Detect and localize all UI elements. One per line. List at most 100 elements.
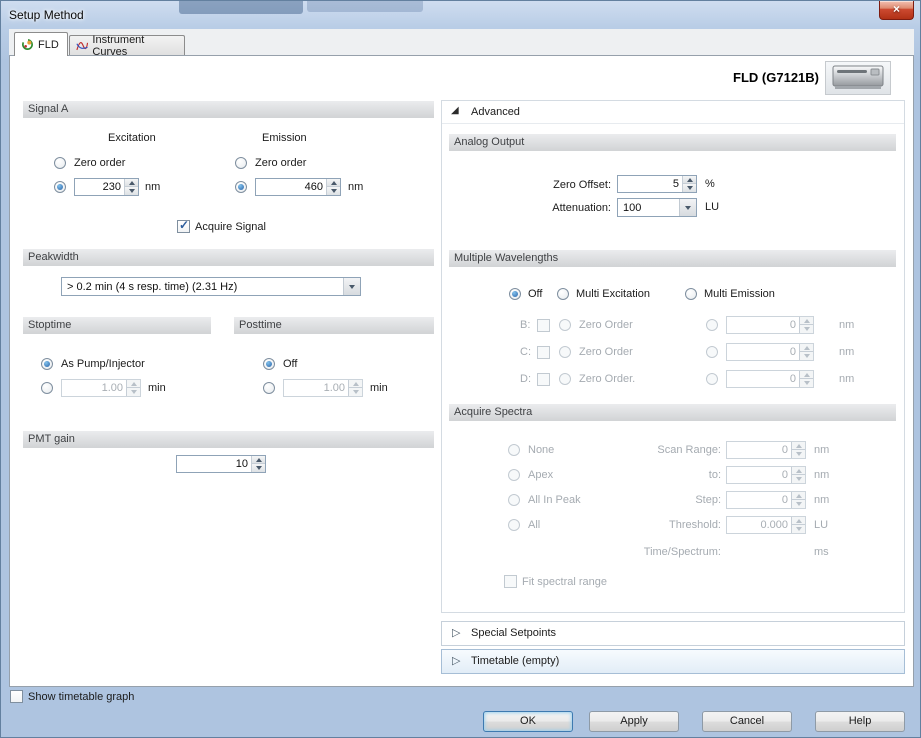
- zero-offset-input[interactable]: 5: [617, 175, 697, 193]
- spinner-down-icon[interactable]: [683, 184, 696, 192]
- spinner-down-icon[interactable]: [125, 187, 138, 195]
- pmt-gain-header: PMT gain: [23, 431, 434, 448]
- posttime-off-radio[interactable]: [263, 358, 275, 370]
- dropdown-arrow-icon[interactable]: [679, 199, 696, 216]
- mw-row-unit-label: nm: [839, 319, 854, 332]
- emission-wavelength-input[interactable]: 460: [255, 178, 341, 196]
- spinner-down-icon: [792, 450, 805, 458]
- special-setpoints-label[interactable]: Special Setpoints: [471, 627, 556, 640]
- mw-off-radio[interactable]: [509, 288, 521, 300]
- time-spectrum-unit-label: ms: [814, 546, 829, 559]
- emission-zero-order-label[interactable]: Zero order: [255, 157, 306, 170]
- instrument-curves-tab-icon: [76, 39, 88, 52]
- spinner-down-icon: [800, 379, 813, 387]
- spinner-arrows: [791, 442, 805, 458]
- threshold-value: 0.000: [760, 519, 788, 532]
- pmt-gain-value: 10: [236, 458, 248, 471]
- spinner-up-icon: [792, 517, 805, 525]
- mw-multi-emission-radio[interactable]: [685, 288, 697, 300]
- device-label: FLD (G7121B): [641, 70, 819, 85]
- excitation-wavelength-input[interactable]: 230: [74, 178, 139, 196]
- ok-button[interactable]: OK: [483, 711, 573, 732]
- stoptime-header: Stoptime: [23, 317, 211, 334]
- mw-row-wavelength-value: 0: [790, 346, 796, 359]
- step-label: Step:: [611, 494, 721, 507]
- spectra-none-radio: [508, 444, 520, 456]
- mw-row-checkbox: [537, 373, 550, 386]
- scan-to-label: to:: [611, 469, 721, 482]
- excitation-wavelength-radio[interactable]: [54, 181, 66, 193]
- mw-row-wavelength-radio: [706, 319, 718, 331]
- spinner-arrows: [348, 380, 362, 396]
- mw-row-wavelength-value: 0: [790, 373, 796, 386]
- mw-row-zero-order-label: Zero Order: [579, 319, 633, 332]
- spinner-arrows: [124, 179, 138, 195]
- spinner-down-icon[interactable]: [327, 187, 340, 195]
- help-button[interactable]: Help: [815, 711, 905, 732]
- zero-offset-value: 5: [673, 178, 679, 191]
- mw-multi-excitation-radio[interactable]: [557, 288, 569, 300]
- stoptime-value-radio[interactable]: [41, 382, 53, 394]
- spinner-up-icon: [127, 380, 140, 388]
- stoptime-as-pump-radio[interactable]: [41, 358, 53, 370]
- posttime-value: 1.00: [324, 382, 345, 395]
- tab-instrument-curves[interactable]: Instrument Curves: [69, 35, 185, 55]
- acquire-signal-checkbox[interactable]: ✓: [177, 220, 190, 233]
- spinner-arrows: [799, 371, 813, 387]
- scan-to-unit-label: nm: [814, 469, 829, 482]
- close-icon: ×: [893, 2, 900, 16]
- spinner-up-icon[interactable]: [125, 179, 138, 187]
- tab-fld[interactable]: FLD: [14, 32, 68, 56]
- spectra-none-label: None: [528, 444, 554, 457]
- spectra-all-in-peak-radio: [508, 494, 520, 506]
- zero-offset-label: Zero Offset:: [541, 179, 611, 192]
- titlebar[interactable]: Setup Method: [1, 1, 921, 29]
- emission-zero-order-radio[interactable]: [235, 157, 247, 169]
- mw-off-label[interactable]: Off: [528, 288, 542, 301]
- spinner-up-icon: [800, 317, 813, 325]
- spinner-arrows: [799, 344, 813, 360]
- stoptime-as-pump-label[interactable]: As Pump/Injector: [61, 358, 145, 371]
- spinner-down-icon[interactable]: [252, 464, 265, 472]
- timetable-label[interactable]: Timetable (empty): [471, 655, 559, 668]
- excitation-zero-order-label[interactable]: Zero order: [74, 157, 125, 170]
- cancel-button[interactable]: Cancel: [702, 711, 792, 732]
- stoptime-value: 1.00: [102, 382, 123, 395]
- emission-unit-label: nm: [348, 181, 363, 194]
- posttime-value-radio[interactable]: [263, 382, 275, 394]
- peakwidth-header: Peakwidth: [23, 249, 434, 266]
- spinner-up-icon: [349, 380, 362, 388]
- dropdown-arrow-icon[interactable]: [343, 278, 360, 295]
- excitation-zero-order-radio[interactable]: [54, 157, 66, 169]
- posttime-unit-label: min: [370, 382, 388, 395]
- acquire-signal-label[interactable]: Acquire Signal: [195, 221, 266, 234]
- spinner-up-icon: [800, 371, 813, 379]
- apply-button[interactable]: Apply: [589, 711, 679, 732]
- peakwidth-dropdown[interactable]: > 0.2 min (4 s resp. time) (2.31 Hz): [61, 277, 361, 296]
- emission-wavelength-value: 460: [305, 181, 323, 194]
- spinner-down-icon: [792, 475, 805, 483]
- spinner-up-icon[interactable]: [683, 176, 696, 184]
- tab-fld-label: FLD: [38, 39, 59, 51]
- scan-range-unit-label: nm: [814, 444, 829, 457]
- mw-row-unit-label: nm: [839, 373, 854, 386]
- advanced-expander[interactable]: Advanced: [471, 106, 520, 119]
- show-timetable-graph-label[interactable]: Show timetable graph: [28, 691, 134, 704]
- spinner-up-icon: [800, 344, 813, 352]
- show-timetable-graph-checkbox[interactable]: [10, 690, 23, 703]
- spinner-up-icon: [792, 492, 805, 500]
- close-button[interactable]: ×: [879, 1, 914, 20]
- posttime-off-label[interactable]: Off: [283, 358, 297, 371]
- instrument-image: [825, 61, 891, 95]
- mw-row-checkbox: [537, 319, 550, 332]
- spinner-up-icon: [792, 467, 805, 475]
- attenuation-dropdown[interactable]: 100: [617, 198, 697, 217]
- step-value: 0: [782, 494, 788, 507]
- spinner-up-icon[interactable]: [327, 179, 340, 187]
- pmt-gain-input[interactable]: 10: [176, 455, 266, 473]
- emission-wavelength-radio[interactable]: [235, 181, 247, 193]
- mw-multi-emission-label[interactable]: Multi Emission: [704, 288, 775, 301]
- mw-row-label: B:: [520, 319, 530, 332]
- mw-multi-excitation-label[interactable]: Multi Excitation: [576, 288, 650, 301]
- spinner-up-icon[interactable]: [252, 456, 265, 464]
